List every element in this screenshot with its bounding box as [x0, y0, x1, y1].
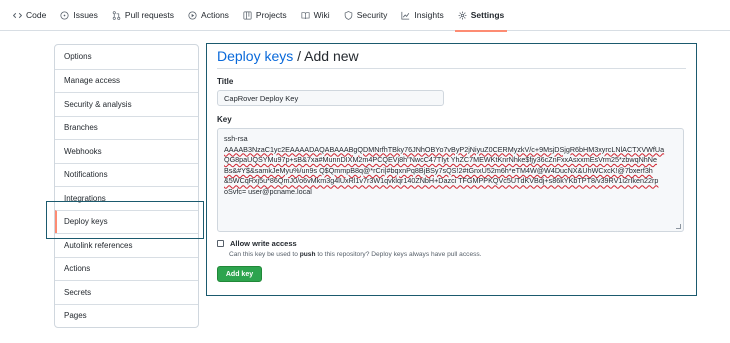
sidebar-item-webhooks[interactable]: Webhooks — [55, 139, 198, 163]
gear-icon — [458, 11, 467, 20]
sidebar-item-integrations[interactable]: Integrations — [55, 186, 198, 210]
tab-issues-label: Issues — [73, 10, 98, 20]
sidebar-item-autolink-references[interactable]: Autolink references — [55, 233, 198, 257]
page-title-text: Add new — [304, 48, 359, 64]
add-key-button[interactable]: Add key — [217, 266, 262, 282]
key-line: ssh-rsa — [224, 134, 248, 143]
key-line: Bs&#Y$&samkJeMyu%/un9s Q$QmmpB8q@*rCri|#… — [224, 165, 653, 175]
tab-code[interactable]: Code — [6, 0, 53, 31]
write-access-row: Allow write access — [217, 239, 297, 248]
tab-security[interactable]: Security — [337, 0, 395, 31]
issue-icon — [60, 10, 69, 20]
sidebar-item-actions[interactable]: Actions — [55, 256, 198, 281]
tab-projects[interactable]: Projects — [236, 0, 294, 31]
tab-code-label: Code — [26, 10, 47, 20]
sidebar-item-deploy-keys[interactable]: Deploy keys — [55, 209, 198, 233]
graph-icon — [401, 11, 410, 20]
table-icon — [243, 10, 252, 20]
add-deploy-key-panel: Deploy keys / Add new Title CapRover Dep… — [206, 43, 697, 296]
shield-icon — [344, 10, 353, 20]
sidebar-item-security-analysis[interactable]: Security & analysis — [55, 92, 198, 116]
breadcrumb-separator: / — [293, 48, 305, 64]
tab-settings-label: Settings — [470, 10, 505, 20]
tab-issues[interactable]: Issues — [53, 0, 105, 31]
tab-security-label: Security — [356, 10, 388, 20]
help-text-bold: push — [299, 251, 316, 258]
sidebar-item-pages[interactable]: Pages — [55, 303, 198, 328]
key-field-label: Key — [217, 115, 232, 124]
write-access-help-text: Can this key be used to push to this rep… — [229, 251, 482, 258]
title-divider — [217, 68, 686, 69]
tab-projects-label: Projects — [255, 10, 287, 20]
settings-sidebar: Options Manage access Security & analysi… — [54, 44, 199, 328]
breadcrumb-deploy-keys-link[interactable]: Deploy keys — [217, 48, 293, 64]
resize-handle-icon[interactable] — [676, 224, 681, 229]
key-line: QG8paUQSYMu97p+sB&7xa#MunnDIXM2m4PCQEVj8… — [224, 155, 657, 165]
title-input[interactable]: CapRover Deploy Key — [217, 90, 444, 106]
tab-insights-label: Insights — [414, 10, 444, 20]
help-text-part: Can this key be used to — [229, 251, 300, 258]
tab-insights[interactable]: Insights — [394, 0, 450, 31]
book-icon — [301, 11, 310, 20]
sidebar-item-manage-access[interactable]: Manage access — [55, 68, 198, 93]
tab-wiki-label: Wiki — [313, 10, 330, 20]
tab-settings[interactable]: Settings — [451, 0, 512, 32]
title-field-label: Title — [217, 77, 234, 86]
key-textarea[interactable]: ssh-rsa AAAAB3NzaC1yc2EAAAADAQABAAABgQDM… — [217, 128, 684, 232]
allow-write-access-label[interactable]: Allow write access — [230, 239, 297, 248]
page-title: Deploy keys / Add new — [217, 48, 359, 64]
key-line: AAAAB3NzaC1yc2EAAAADAQABAAABgQDMNrfhTBky… — [224, 144, 665, 154]
tab-pull-requests[interactable]: Pull requests — [105, 0, 181, 31]
tab-pull-requests-label: Pull requests — [124, 10, 175, 20]
sidebar-item-branches[interactable]: Branches — [55, 115, 198, 140]
tab-wiki[interactable]: Wiki — [294, 0, 337, 31]
tab-actions-label: Actions — [201, 10, 229, 20]
code-icon — [13, 11, 22, 20]
help-text-part: to this repository? Deploy keys always h… — [315, 251, 482, 258]
sidebar-item-secrets[interactable]: Secrets — [55, 280, 198, 304]
play-icon — [188, 10, 197, 20]
allow-write-access-checkbox[interactable] — [217, 240, 224, 247]
tab-actions[interactable]: Actions — [181, 0, 236, 31]
repo-nav: Code Issues Pull requests Actions Projec… — [0, 0, 730, 32]
sidebar-item-options[interactable]: Options — [55, 45, 198, 69]
key-line: oSvfc= user@pcname.local — [224, 186, 312, 196]
sidebar-item-notifications[interactable]: Notifications — [55, 162, 198, 187]
key-line: &5WCqRxj5u*86QmJ0/o6vMkm3g4lUxRl1v7r3W1q… — [224, 176, 659, 186]
pull-request-icon — [112, 10, 121, 20]
